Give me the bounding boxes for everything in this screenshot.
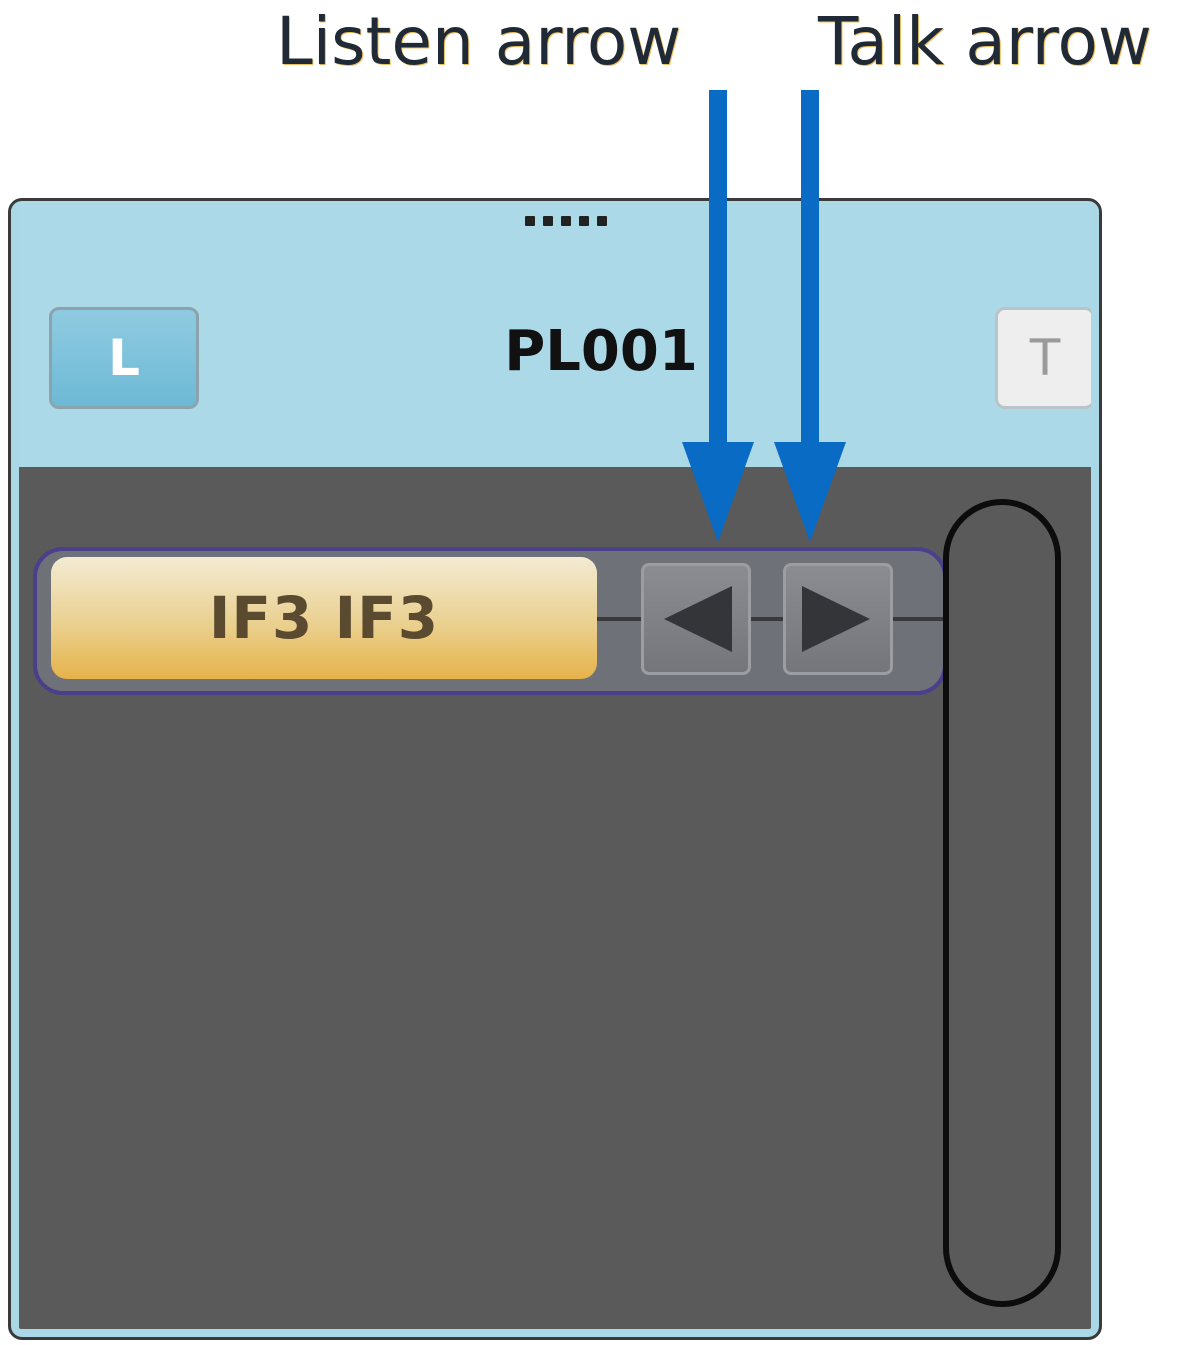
channel-row: IF3 IF3: [33, 547, 947, 695]
talk-pointer-arrow-icon: [774, 90, 846, 542]
listen-pointer-arrow-icon: [682, 90, 754, 542]
talk-arrow-button[interactable]: [783, 563, 893, 675]
vertical-scrollbar[interactable]: [943, 499, 1061, 1307]
channel-label-button[interactable]: IF3 IF3: [51, 557, 597, 679]
talk-arrow-callout: Talk arrow: [818, 3, 1152, 80]
listen-arrow-callout: Listen arrow: [276, 3, 682, 80]
drag-handle-icon[interactable]: [511, 211, 621, 231]
partyline-panel: L PL001 T IF3 IF3: [8, 198, 1102, 1340]
listen-button[interactable]: L: [49, 307, 199, 409]
talk-button[interactable]: T: [995, 307, 1095, 409]
arrow-left-icon: [664, 586, 732, 652]
panel-header: L PL001 T: [11, 201, 1099, 467]
listen-arrow-button[interactable]: [641, 563, 751, 675]
arrow-right-icon: [802, 586, 870, 652]
